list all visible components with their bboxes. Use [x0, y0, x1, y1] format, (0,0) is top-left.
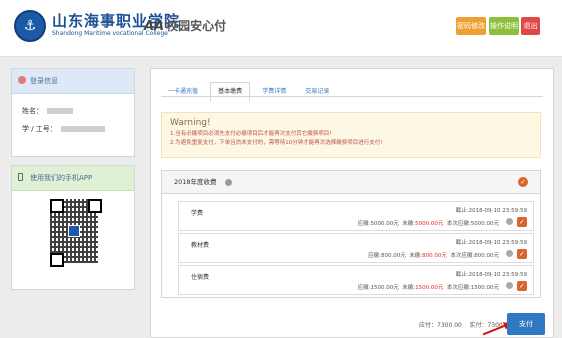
- now-due-label: 本次应缴:: [446, 221, 471, 227]
- id-row: 学 / 工号：: [22, 120, 124, 138]
- mobile-app-title: 使用我们的手机APP: [30, 174, 93, 182]
- info-icon[interactable]: [506, 218, 513, 225]
- tab-divider: [161, 96, 543, 97]
- due-label: 应缴:: [357, 285, 371, 291]
- pay-logo-text: 校园安心付: [166, 19, 227, 33]
- top-header: ⚓ 山东海事职业学院 Shandong Maritime vocational …: [0, 0, 562, 57]
- id-label: 学 / 工号：: [22, 125, 57, 133]
- campus-pay-logo: AA 校园安心付: [144, 17, 226, 34]
- warning-box: Warning! 1.当有必缴项目必须先支付必缴项目后才能再次支付其它缴费项目!…: [161, 112, 541, 158]
- unpaid-value: 5000.00元: [415, 221, 444, 227]
- unpaid-label: 未缴:: [402, 285, 416, 291]
- main-panel: 一卡通充值 基本缴费 学费详情 交易记录 Warning! 1.当有必缴项目必须…: [150, 68, 554, 338]
- id-value-redacted: [60, 126, 105, 132]
- tab-transaction-records[interactable]: 交易记录: [298, 83, 336, 101]
- fee-item-amounts: 应缴:800.00元 未缴:800.00元 本次应缴:800.00元: [368, 251, 499, 259]
- fee-item-deadline: 截止:2018-09-10 23:59:59: [455, 240, 527, 246]
- fee-item-name: 教材费: [191, 242, 210, 249]
- fee-item-name: 住宿费: [191, 274, 210, 281]
- fee-item-deadline: 截止:2018-09-10 23:59:59: [455, 272, 527, 278]
- info-icon[interactable]: [224, 178, 232, 186]
- tab-tuition-details[interactable]: 学费详情: [255, 83, 293, 101]
- warning-title: Warning!: [170, 118, 211, 128]
- fee-panel: 2018年度收费 ✓ 学费 截止:2018-09-10 23:59:59 应缴:…: [161, 170, 541, 298]
- school-emblem-icon: ⚓: [14, 10, 46, 42]
- unpaid-label: 未缴:: [402, 221, 416, 227]
- now-due-value: 800.00元: [474, 253, 499, 259]
- pay-button[interactable]: 支付: [507, 313, 545, 335]
- fee-year-title: 2018年度收费: [174, 178, 217, 186]
- fee-item-textbooks: 教材费 截止:2018-09-10 23:59:59 应缴:800.00元 未缴…: [178, 233, 534, 263]
- now-due-label: 本次应缴:: [450, 253, 475, 259]
- name-label: 姓名：: [22, 107, 43, 115]
- tab-bar: 一卡通充值 基本缴费 学费详情 交易记录: [161, 78, 336, 102]
- change-password-button[interactable]: 密码修改: [456, 17, 486, 35]
- unpaid-label: 未缴:: [409, 253, 423, 259]
- fee-item-tuition: 学费 截止:2018-09-10 23:59:59 应缴:5000.00元 未缴…: [178, 201, 534, 231]
- info-icon[interactable]: [506, 282, 513, 289]
- qr-corner-icon: [88, 199, 102, 213]
- name-value-redacted: [47, 108, 73, 114]
- total-due-value: 7300.00: [437, 322, 462, 329]
- login-info-header: 登录信息: [12, 69, 134, 94]
- due-label: 应缴:: [368, 253, 382, 259]
- unpaid-value: 1500.00元: [415, 285, 444, 291]
- help-button[interactable]: 操作说明: [489, 17, 519, 35]
- exit-button[interactable]: 退出: [521, 17, 540, 35]
- warning-line-1: 1.当有必缴项目必须先支付必缴项目后才能再次支付其它缴费项目!: [170, 131, 332, 137]
- due-value: 5000.00元: [370, 221, 399, 227]
- login-info-card: 登录信息 姓名： 学 / 工号：: [11, 68, 135, 157]
- mobile-app-header: 使用我们的手机APP: [12, 166, 134, 191]
- mobile-app-card: 使用我们的手机APP: [11, 165, 135, 290]
- now-due-value: 5000.00元: [470, 221, 499, 227]
- fee-item-name: 学费: [191, 210, 204, 217]
- fee-item-accommodation: 住宿费 截止:2018-09-10 23:59:59 应缴:1500.00元 未…: [178, 265, 534, 295]
- name-row: 姓名：: [22, 102, 124, 120]
- tab-card-recharge[interactable]: 一卡通充值: [161, 83, 205, 101]
- warning-line-2: 2.为避免重复支付，下单且尚未支付的，需等待10分钟才能再次选择缴费项目进行支付…: [170, 140, 383, 146]
- fee-item-checkbox[interactable]: ✓: [517, 217, 527, 227]
- due-value: 800.00元: [381, 253, 406, 259]
- unpaid-value: 800.00元: [422, 253, 447, 259]
- now-due-label: 本次应缴:: [446, 285, 471, 291]
- fee-item-amounts: 应缴:5000.00元 未缴:5000.00元 本次应缴:5000.00元: [358, 219, 499, 227]
- pay-logo-mark-icon: AA: [144, 19, 165, 34]
- info-icon[interactable]: [506, 250, 513, 257]
- fee-item-checkbox[interactable]: ✓: [517, 281, 527, 291]
- phone-icon: [18, 173, 23, 181]
- user-icon: [18, 76, 26, 84]
- total-due-label: 应付：: [419, 322, 438, 329]
- qr-area: [12, 191, 134, 289]
- qr-logo-icon: [68, 225, 80, 237]
- total-paid-label: 实付：: [469, 322, 488, 329]
- qr-corner-icon: [50, 253, 64, 267]
- fee-item-checkbox[interactable]: ✓: [517, 249, 527, 259]
- collapse-check-icon[interactable]: ✓: [518, 177, 528, 187]
- fee-item-deadline: 截止:2018-09-10 23:59:59: [455, 208, 527, 214]
- login-info-body: 姓名： 学 / 工号：: [12, 94, 134, 156]
- fee-item-amounts: 应缴:1500.00元 未缴:1500.00元 本次应缴:1500.00元: [358, 283, 499, 291]
- due-value: 1500.00元: [370, 285, 399, 291]
- tab-basic-payment[interactable]: 基本缴费: [210, 82, 251, 102]
- fee-panel-header[interactable]: 2018年度收费 ✓: [162, 171, 540, 194]
- sidebar: 登录信息 姓名： 学 / 工号： 使用我们的手机APP: [11, 68, 135, 298]
- due-label: 应缴:: [357, 221, 371, 227]
- qr-corner-icon: [50, 199, 64, 213]
- login-info-title: 登录信息: [30, 77, 58, 85]
- now-due-value: 1500.00元: [470, 285, 499, 291]
